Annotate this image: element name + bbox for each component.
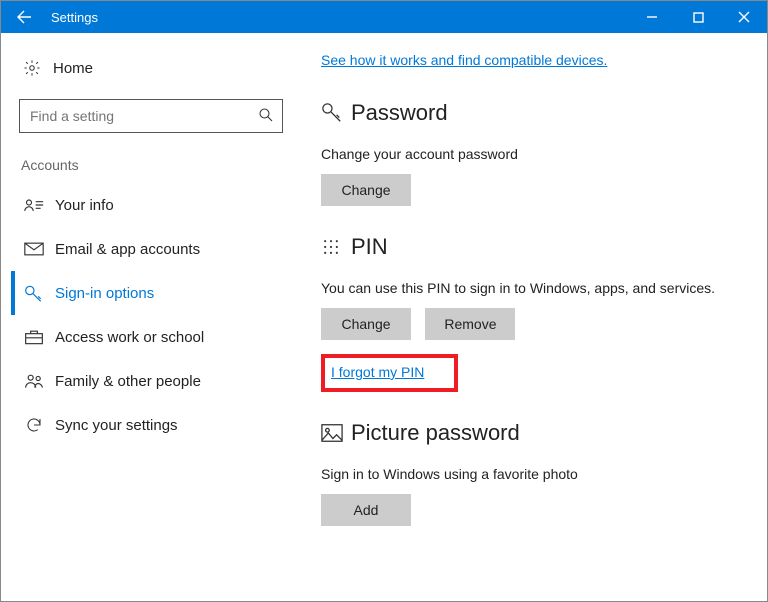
sidebar-item-label: Your info	[55, 197, 114, 214]
password-title: Password	[351, 100, 448, 126]
picture-password-add-button[interactable]: Add	[321, 494, 411, 526]
sidebar-section-label: Accounts	[11, 151, 291, 183]
forgot-pin-highlight: I forgot my PIN	[321, 354, 458, 392]
picture-password-title: Picture password	[351, 420, 520, 446]
pin-section: PIN You can use this PIN to sign in to W…	[321, 234, 747, 392]
sidebar-item-label: Access work or school	[55, 329, 204, 346]
picture-icon	[321, 423, 351, 443]
sidebar-item-sync-settings[interactable]: Sync your settings	[11, 403, 291, 447]
top-row: See how it works and find compatible dev…	[321, 51, 747, 72]
pin-remove-button[interactable]: Remove	[425, 308, 515, 340]
pin-change-button[interactable]: Change	[321, 308, 411, 340]
sidebar-item-label: Family & other people	[55, 373, 201, 390]
key-icon	[21, 284, 47, 302]
maximize-button[interactable]	[675, 1, 721, 33]
mail-icon	[21, 241, 47, 257]
password-heading: Password	[321, 100, 747, 126]
content: See how it works and find compatible dev…	[301, 33, 767, 601]
arrow-left-icon	[16, 9, 32, 25]
search-icon	[257, 106, 275, 129]
maximize-icon	[693, 12, 704, 23]
pin-buttons: Change Remove	[321, 308, 747, 340]
sidebar-item-label: Sign-in options	[55, 285, 154, 302]
search-input[interactable]	[19, 99, 283, 133]
pin-desc: You can use this PIN to sign in to Windo…	[321, 280, 747, 296]
sidebar-item-label: Sync your settings	[55, 417, 178, 434]
close-icon	[738, 11, 750, 23]
back-button[interactable]	[1, 1, 47, 33]
sidebar-item-access-work-school[interactable]: Access work or school	[11, 315, 291, 359]
compatible-devices-link[interactable]: See how it works and find compatible dev…	[321, 52, 607, 68]
search-wrap	[19, 99, 283, 133]
window-title: Settings	[47, 10, 629, 25]
picture-password-section: Picture password Sign in to Windows usin…	[321, 420, 747, 526]
key-icon	[321, 102, 351, 124]
settings-window: Settings Home Account	[0, 0, 768, 602]
home-label: Home	[53, 60, 93, 77]
minimize-button[interactable]	[629, 1, 675, 33]
window-body: Home Accounts Your info Email & app	[1, 33, 767, 601]
close-button[interactable]	[721, 1, 767, 33]
keypad-icon	[321, 237, 351, 257]
titlebar: Settings	[1, 1, 767, 33]
picture-password-heading: Picture password	[321, 420, 747, 446]
person-card-icon	[21, 197, 47, 213]
sync-icon	[21, 416, 47, 434]
password-desc: Change your account password	[321, 146, 747, 162]
password-section: Password Change your account password Ch…	[321, 100, 747, 206]
sidebar-item-your-info[interactable]: Your info	[11, 183, 291, 227]
people-icon	[21, 372, 47, 390]
home-link[interactable]: Home	[11, 51, 291, 85]
gear-icon	[19, 59, 45, 77]
sidebar: Home Accounts Your info Email & app	[1, 33, 301, 601]
sidebar-item-email-accounts[interactable]: Email & app accounts	[11, 227, 291, 271]
picture-password-desc: Sign in to Windows using a favorite phot…	[321, 466, 747, 482]
forgot-pin-link[interactable]: I forgot my PIN	[331, 364, 424, 380]
password-change-button[interactable]: Change	[321, 174, 411, 206]
briefcase-icon	[21, 328, 47, 346]
pin-heading: PIN	[321, 234, 747, 260]
sidebar-item-label: Email & app accounts	[55, 241, 200, 258]
minimize-icon	[646, 11, 658, 23]
sidebar-item-family-people[interactable]: Family & other people	[11, 359, 291, 403]
pin-title: PIN	[351, 234, 388, 260]
sidebar-item-sign-in-options[interactable]: Sign-in options	[11, 271, 291, 315]
